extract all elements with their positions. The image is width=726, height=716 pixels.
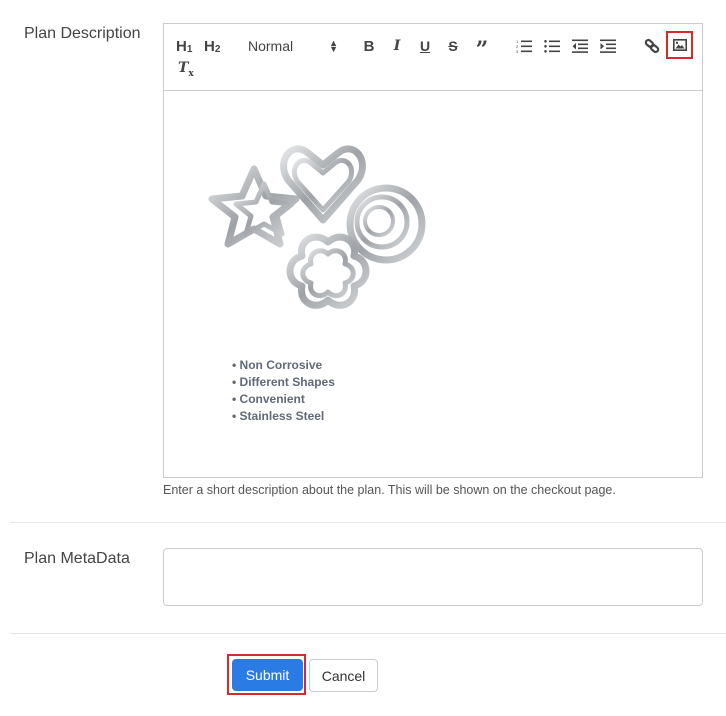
svg-text:3: 3 [516, 49, 519, 53]
clear-format-sub: x [188, 68, 194, 79]
clear-format-letter: T [178, 60, 189, 76]
image-icon [672, 39, 687, 51]
feature-list: Non Corrosive Different Shapes Convenien… [232, 357, 335, 425]
outdent-button[interactable] [571, 35, 589, 57]
bold-button[interactable]: B [362, 35, 376, 57]
submit-button[interactable]: Submit [232, 659, 303, 691]
list-item: Stainless Steel [232, 408, 335, 425]
divider [10, 522, 726, 523]
heading2-button[interactable]: H2 [204, 35, 220, 57]
editor-content[interactable]: Non Corrosive Different Shapes Convenien… [164, 92, 702, 477]
italic-button[interactable]: I [390, 35, 404, 57]
indent-button[interactable] [599, 35, 617, 57]
plan-metadata-input[interactable] [163, 548, 703, 606]
list-item: Different Shapes [232, 374, 335, 391]
heading1-number: 1 [186, 43, 193, 55]
list-item: Non Corrosive [232, 357, 335, 374]
rich-text-editor: H1 H2 Normal ▲ ▼ B I U S ” 123 Tx • Non … [163, 23, 703, 478]
editor-toolbar: H1 H2 Normal ▲ ▼ B I U S ” 123 Tx [164, 24, 702, 91]
image-button[interactable] [666, 31, 693, 59]
heading2-letter: H [204, 37, 215, 55]
link-icon [644, 38, 660, 54]
cancel-button[interactable]: Cancel [309, 659, 378, 692]
format-select[interactable]: Normal ▲ ▼ [248, 35, 338, 57]
indent-icon [600, 39, 616, 53]
ordered-list-icon: 123 [516, 39, 532, 53]
description-help-text: Enter a short description about the plan… [163, 483, 616, 497]
underline-button[interactable]: U [418, 35, 432, 57]
product-image [208, 145, 426, 309]
strike-button[interactable]: S [446, 35, 460, 57]
heading2-number: 2 [214, 43, 221, 55]
blockquote-button[interactable]: ” [472, 35, 492, 63]
ordered-list-button[interactable]: 123 [515, 35, 533, 57]
clear-format-button[interactable]: Tx [178, 60, 194, 79]
select-arrows-icon: ▲ ▼ [329, 38, 338, 54]
bullet-list-button[interactable] [543, 35, 561, 57]
plan-metadata-label: Plan MetaData [24, 550, 130, 567]
bullet-list-icon [544, 40, 560, 53]
plan-description-label: Plan Description [24, 25, 141, 42]
outdent-icon [572, 39, 588, 53]
list-item: Convenient [232, 391, 335, 408]
heading1-letter: H [176, 37, 187, 55]
heading1-button[interactable]: H1 [176, 35, 192, 57]
divider [10, 633, 726, 634]
link-button[interactable] [642, 35, 662, 57]
format-select-value: Normal [248, 38, 294, 54]
